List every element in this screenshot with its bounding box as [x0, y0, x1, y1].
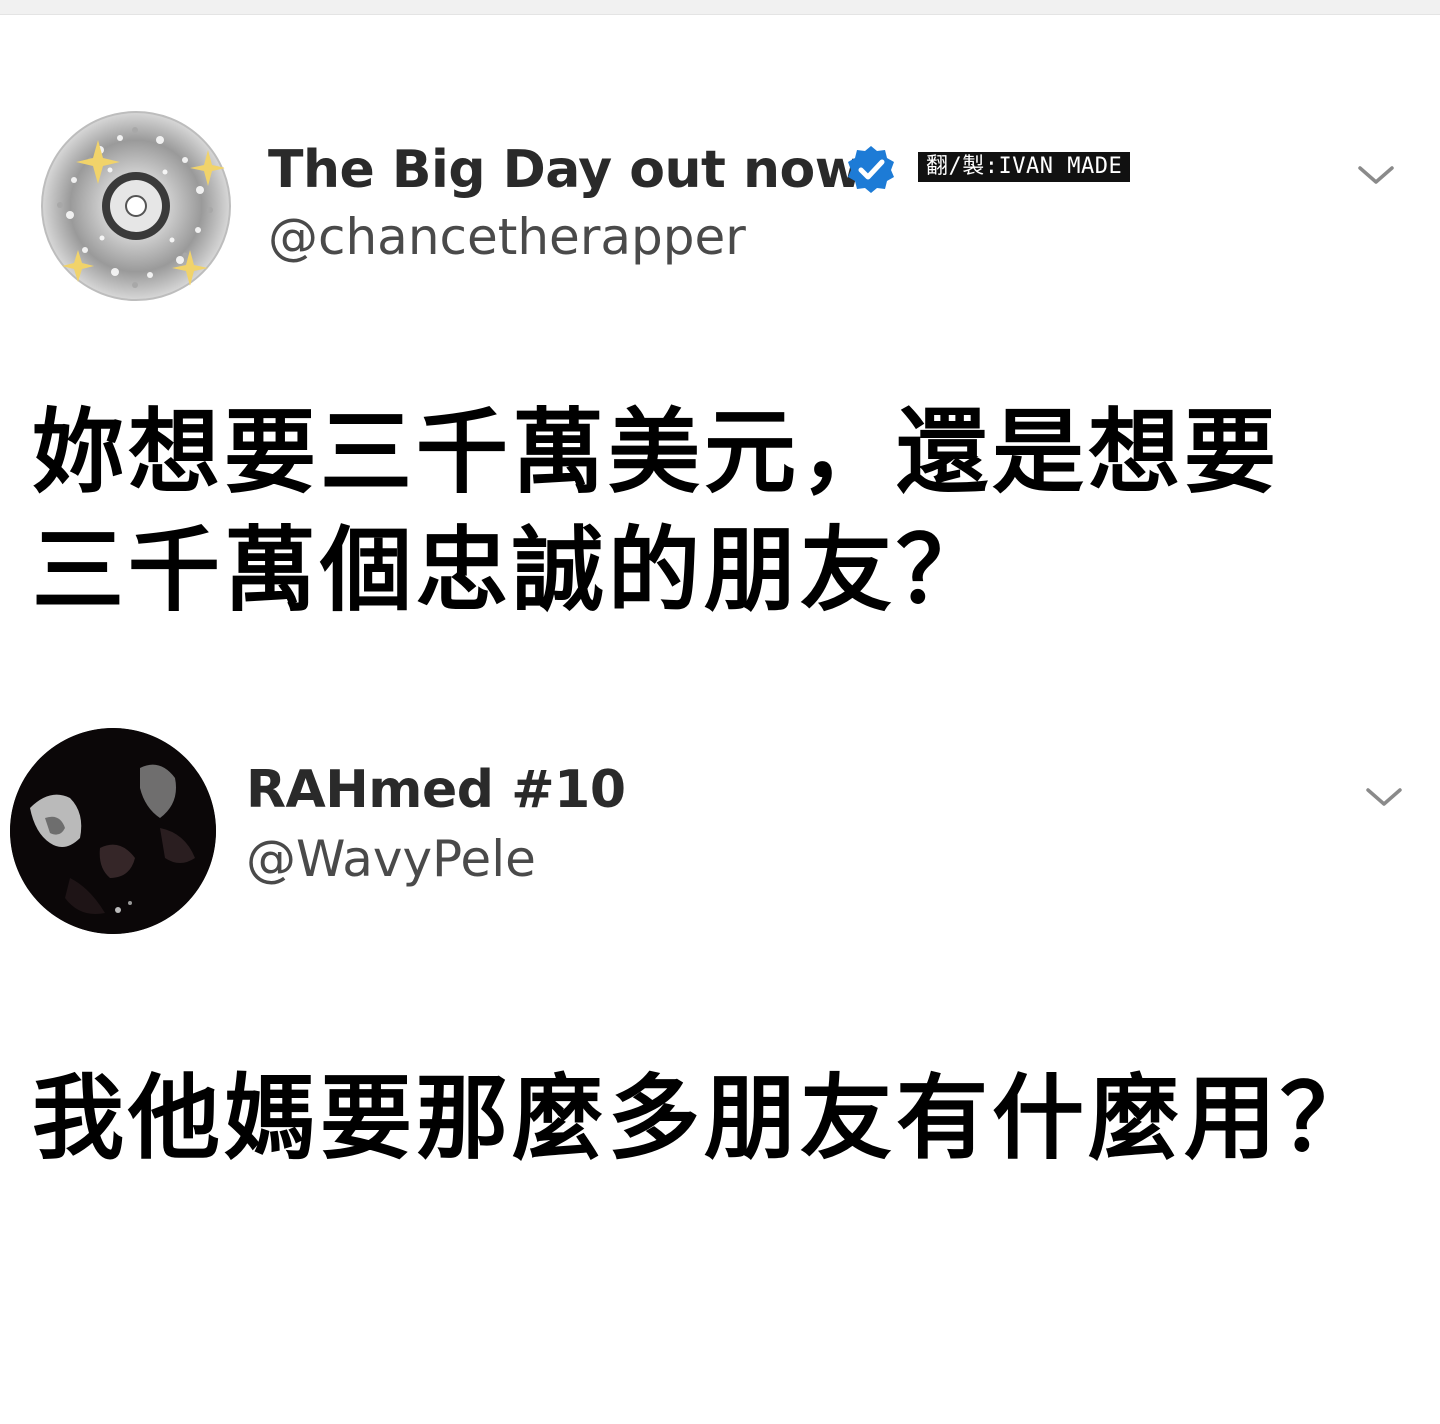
display-name[interactable]: The Big Day out now [268, 140, 863, 200]
chevron-down-icon[interactable] [1356, 160, 1396, 190]
user-handle[interactable]: @WavyPele [246, 830, 536, 888]
tweet-text-line-2: 三千萬個忠誠的朋友？ [32, 517, 993, 624]
photo-avatar-icon [10, 728, 216, 934]
dark-photo-avatar[interactable] [10, 728, 216, 934]
disc-avatar-icon [41, 111, 231, 301]
translation-credit-label: 翻/製:IVAN MADE [918, 152, 1131, 182]
tweet-wavypele: RAHmed #10 @WavyPele 我他媽要那麼多朋友有什麼用？ [0, 700, 1440, 1400]
tweet-chancetherapper: The Big Day out now 翻/製:IVAN MADE @chanc… [0, 0, 1440, 700]
verified-badge-icon [846, 144, 896, 194]
chevron-down-icon[interactable] [1364, 782, 1404, 812]
tweet-text-line-1: 妳想要三千萬美元，還是想要 [32, 399, 1281, 506]
display-name[interactable]: RAHmed #10 [246, 760, 626, 820]
user-handle[interactable]: @chancetherapper [268, 208, 746, 266]
disc-sparkle-avatar[interactable] [40, 110, 232, 302]
tweet-text-line-1: 我他媽要那麼多朋友有什麼用？ [32, 1065, 1377, 1172]
